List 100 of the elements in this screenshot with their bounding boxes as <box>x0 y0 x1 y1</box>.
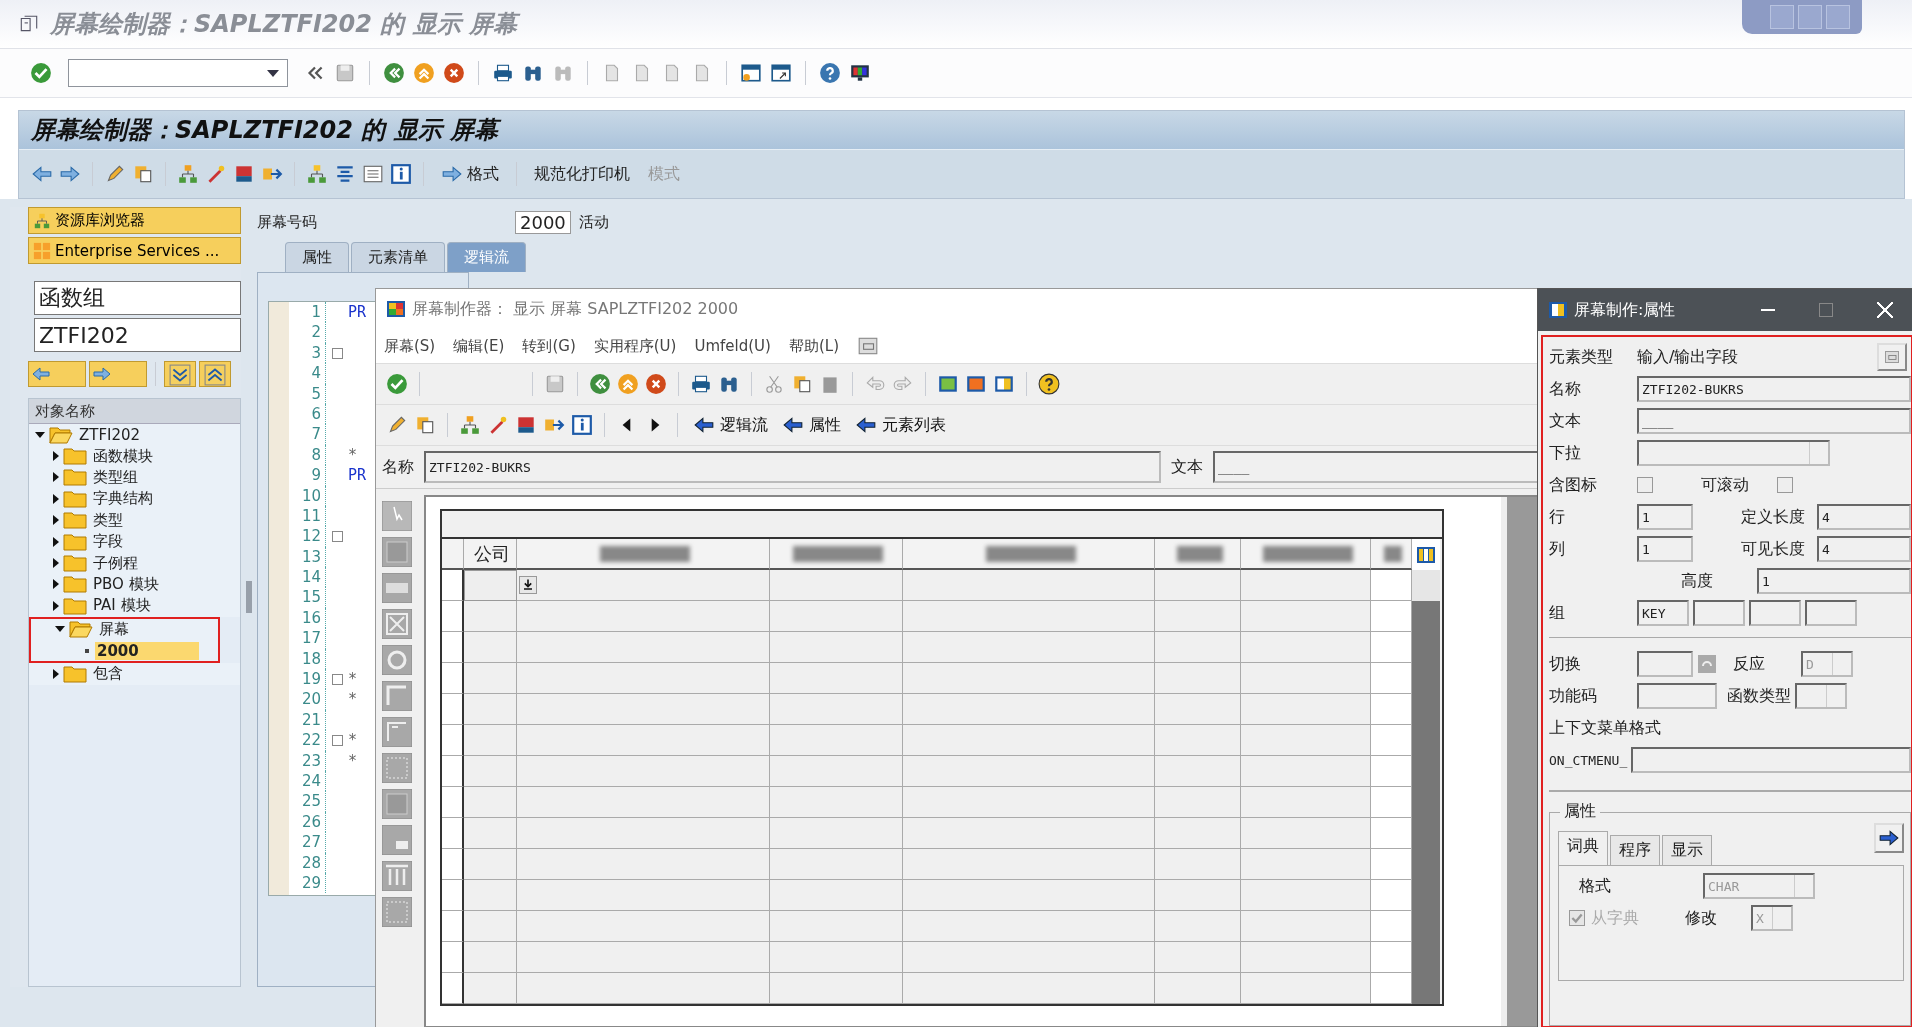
row-selector[interactable] <box>442 663 464 694</box>
field-icon[interactable] <box>382 573 412 603</box>
collapse-all-button[interactable] <box>164 361 196 387</box>
help-icon[interactable] <box>1038 373 1060 395</box>
printer-icon[interactable] <box>690 373 712 395</box>
scrollbar[interactable] <box>1501 497 1537 1026</box>
hierarchy-icon[interactable] <box>33 211 51 230</box>
left-arrow-icon[interactable] <box>31 163 53 185</box>
menu-item[interactable]: 实用程序(U) <box>593 336 677 356</box>
row-selector[interactable] <box>442 973 464 1004</box>
check-icon[interactable] <box>30 62 52 84</box>
menu-item[interactable]: Umfeld(U) <box>694 337 771 355</box>
navigation-button[interactable]: 元素列表 <box>851 414 950 436</box>
column-heading[interactable] <box>1371 539 1412 570</box>
right-arrow-icon[interactable] <box>59 163 81 185</box>
command-field[interactable] <box>68 59 288 87</box>
hierarchy-icon[interactable] <box>177 163 199 185</box>
window-button[interactable] <box>1877 343 1907 371</box>
fold-toggle-icon[interactable] <box>332 347 343 359</box>
screen-number-field[interactable]: 2000 <box>515 210 571 234</box>
column-heading[interactable] <box>1241 539 1371 570</box>
input-field[interactable]: 4 <box>1817 536 1911 562</box>
window-icon[interactable] <box>857 335 879 357</box>
input-field[interactable] <box>464 570 517 601</box>
row-selector[interactable] <box>442 942 464 973</box>
function-type-dropdown[interactable] <box>1795 683 1847 709</box>
expand-all-button[interactable] <box>199 361 231 387</box>
hierarchy-icon[interactable] <box>459 414 481 436</box>
input-field[interactable]: 4 <box>1817 504 1911 530</box>
input-field[interactable]: 1 <box>1637 504 1693 530</box>
column-heading[interactable] <box>770 539 903 570</box>
tab[interactable]: 元素清单 <box>351 242 445 272</box>
list-icon[interactable] <box>362 163 384 185</box>
name-field[interactable]: ZTFI202-BUKRS <box>1637 376 1911 402</box>
row-selector[interactable] <box>442 849 464 880</box>
row-selector[interactable] <box>442 601 464 632</box>
tree-item[interactable]: 类型 <box>91 510 125 530</box>
corner-cell[interactable] <box>442 539 464 570</box>
window-icon[interactable] <box>740 62 762 84</box>
group-field[interactable] <box>1805 600 1857 626</box>
tab[interactable]: 属性 <box>285 242 349 272</box>
row-selector[interactable] <box>442 725 464 756</box>
column-settings-button[interactable] <box>1412 539 1440 570</box>
column-heading[interactable] <box>1155 539 1241 570</box>
menu-item[interactable]: 编辑(E) <box>453 336 505 356</box>
tree-item[interactable]: 2000 <box>95 641 199 660</box>
back-icon[interactable] <box>589 373 611 395</box>
monitor-icon[interactable] <box>849 62 871 84</box>
navigator-button[interactable]: Enterprise Services ... <box>28 237 241 264</box>
column-heading[interactable] <box>517 539 770 570</box>
object-type-field[interactable]: 函数组 <box>34 281 241 315</box>
cross-box-icon[interactable] <box>382 609 412 639</box>
lines-icon[interactable] <box>334 163 356 185</box>
corner-icon[interactable] <box>382 681 412 711</box>
text-field[interactable]: ____ <box>1637 408 1911 434</box>
printer-icon[interactable] <box>492 62 514 84</box>
close-button[interactable] <box>1877 302 1893 318</box>
row-selector[interactable] <box>442 787 464 818</box>
toolbar-button[interactable]: 格式 <box>435 161 505 187</box>
toolbar-button[interactable]: 规范化打印机 <box>528 161 636 187</box>
small-box-icon[interactable] <box>382 825 412 855</box>
object-name-field[interactable]: ZTFI202 <box>34 318 241 352</box>
vertical-scrollbar[interactable] <box>1412 570 1440 1004</box>
checkbox[interactable] <box>1777 477 1793 493</box>
maximize-button[interactable] <box>1819 303 1833 317</box>
name-field[interactable]: ZTFI202-BUKRS <box>424 451 1161 483</box>
fold-toggle-icon[interactable] <box>332 531 343 543</box>
check-icon[interactable] <box>386 373 408 395</box>
navigation-button[interactable]: 属性 <box>778 414 845 436</box>
column-heading[interactable]: 公司 <box>464 539 517 570</box>
copy-icon[interactable] <box>791 373 813 395</box>
copy-icon[interactable] <box>414 414 436 436</box>
row-selector[interactable] <box>442 880 464 911</box>
input-field[interactable]: 1 <box>1637 536 1693 562</box>
group-field[interactable] <box>1693 600 1745 626</box>
input-field[interactable]: 1 <box>1757 568 1911 594</box>
info-icon[interactable] <box>390 163 412 185</box>
context-menu-field[interactable] <box>1631 747 1911 773</box>
row-selector[interactable] <box>442 911 464 942</box>
layout-icon[interactable] <box>965 373 987 395</box>
fold-toggle-icon[interactable] <box>332 735 343 747</box>
fold-toggle-icon[interactable] <box>332 674 343 686</box>
table-control[interactable]: 公司 <box>440 509 1444 1006</box>
text-field[interactable]: ____ <box>1213 451 1539 483</box>
pencil-icon[interactable] <box>386 414 408 436</box>
menu-item[interactable]: 屏幕(S) <box>384 336 436 356</box>
hierarchy-icon[interactable] <box>306 163 328 185</box>
right-arrow-icon[interactable] <box>441 163 463 185</box>
column-heading[interactable] <box>903 539 1155 570</box>
tab[interactable]: 程序 <box>1610 835 1660 865</box>
row-selector[interactable] <box>442 818 464 849</box>
navigation-button[interactable]: 逻辑流 <box>689 414 772 436</box>
checkbox[interactable] <box>1637 477 1653 493</box>
toggle-field[interactable] <box>1637 651 1693 677</box>
back-icon[interactable] <box>383 62 405 84</box>
tree-item[interactable]: 字段 <box>91 532 125 552</box>
back-button[interactable] <box>28 361 86 387</box>
cancel-icon[interactable] <box>645 373 667 395</box>
dotted-frame-icon[interactable] <box>382 753 412 783</box>
dotted-box-icon[interactable] <box>382 897 412 927</box>
